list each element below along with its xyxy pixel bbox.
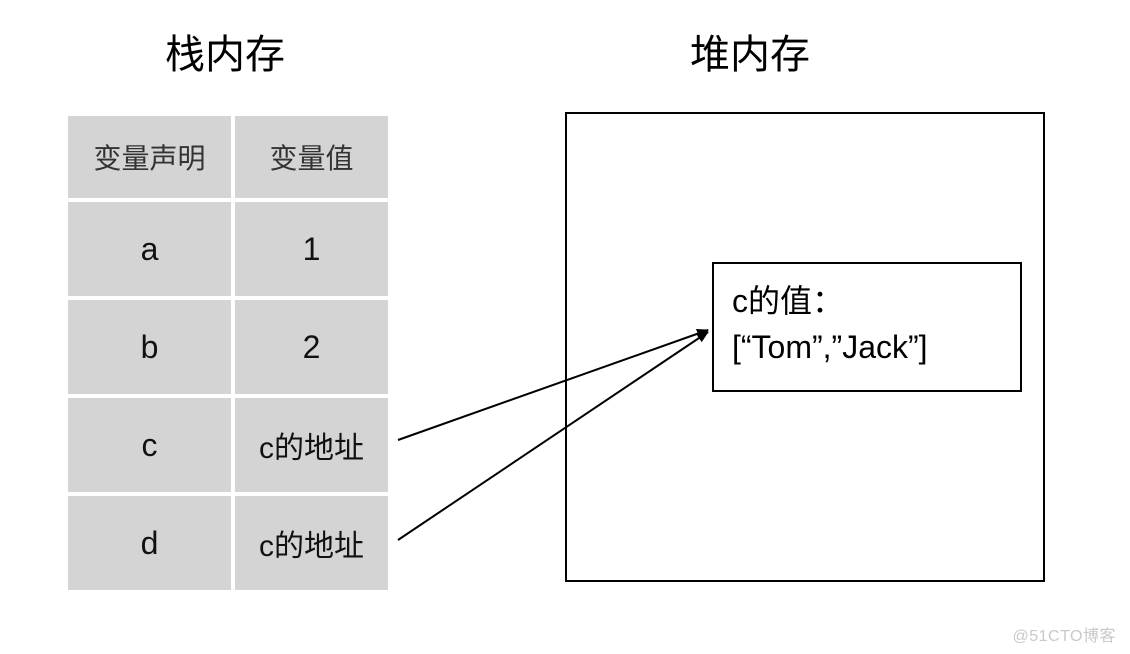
heap-inner-box: c的值： [“Tom”,”Jack”]: [712, 262, 1022, 392]
cell-var-name: c: [68, 398, 231, 492]
heap-inner-value: [“Tom”,”Jack”]: [732, 324, 1002, 370]
cell-var-value: c的地址: [235, 496, 388, 590]
cell-var-name: b: [68, 300, 231, 394]
header-var-value: 变量值: [235, 116, 388, 198]
heap-title: 堆内存: [690, 22, 810, 80]
cell-var-value: 2: [235, 300, 388, 394]
cell-var-name: a: [68, 202, 231, 296]
heap-box: c的值： [“Tom”,”Jack”]: [565, 112, 1045, 582]
table-row: d c的地址: [68, 496, 388, 590]
table-row: c c的地址: [68, 398, 388, 492]
table-row: b 2: [68, 300, 388, 394]
cell-var-value: 1: [235, 202, 388, 296]
stack-title: 栈内存: [165, 22, 285, 80]
watermark: @51CTO博客: [1012, 622, 1116, 646]
table-row: a 1: [68, 202, 388, 296]
cell-var-value: c的地址: [235, 398, 388, 492]
heap-inner-label: c的值：: [732, 278, 1002, 324]
table-header-row: 变量声明 变量值: [68, 116, 388, 198]
cell-var-name: d: [68, 496, 231, 590]
stack-table: 变量声明 变量值 a 1 b 2 c c的地址 d c的地址: [64, 112, 392, 594]
header-var-decl: 变量声明: [68, 116, 231, 198]
